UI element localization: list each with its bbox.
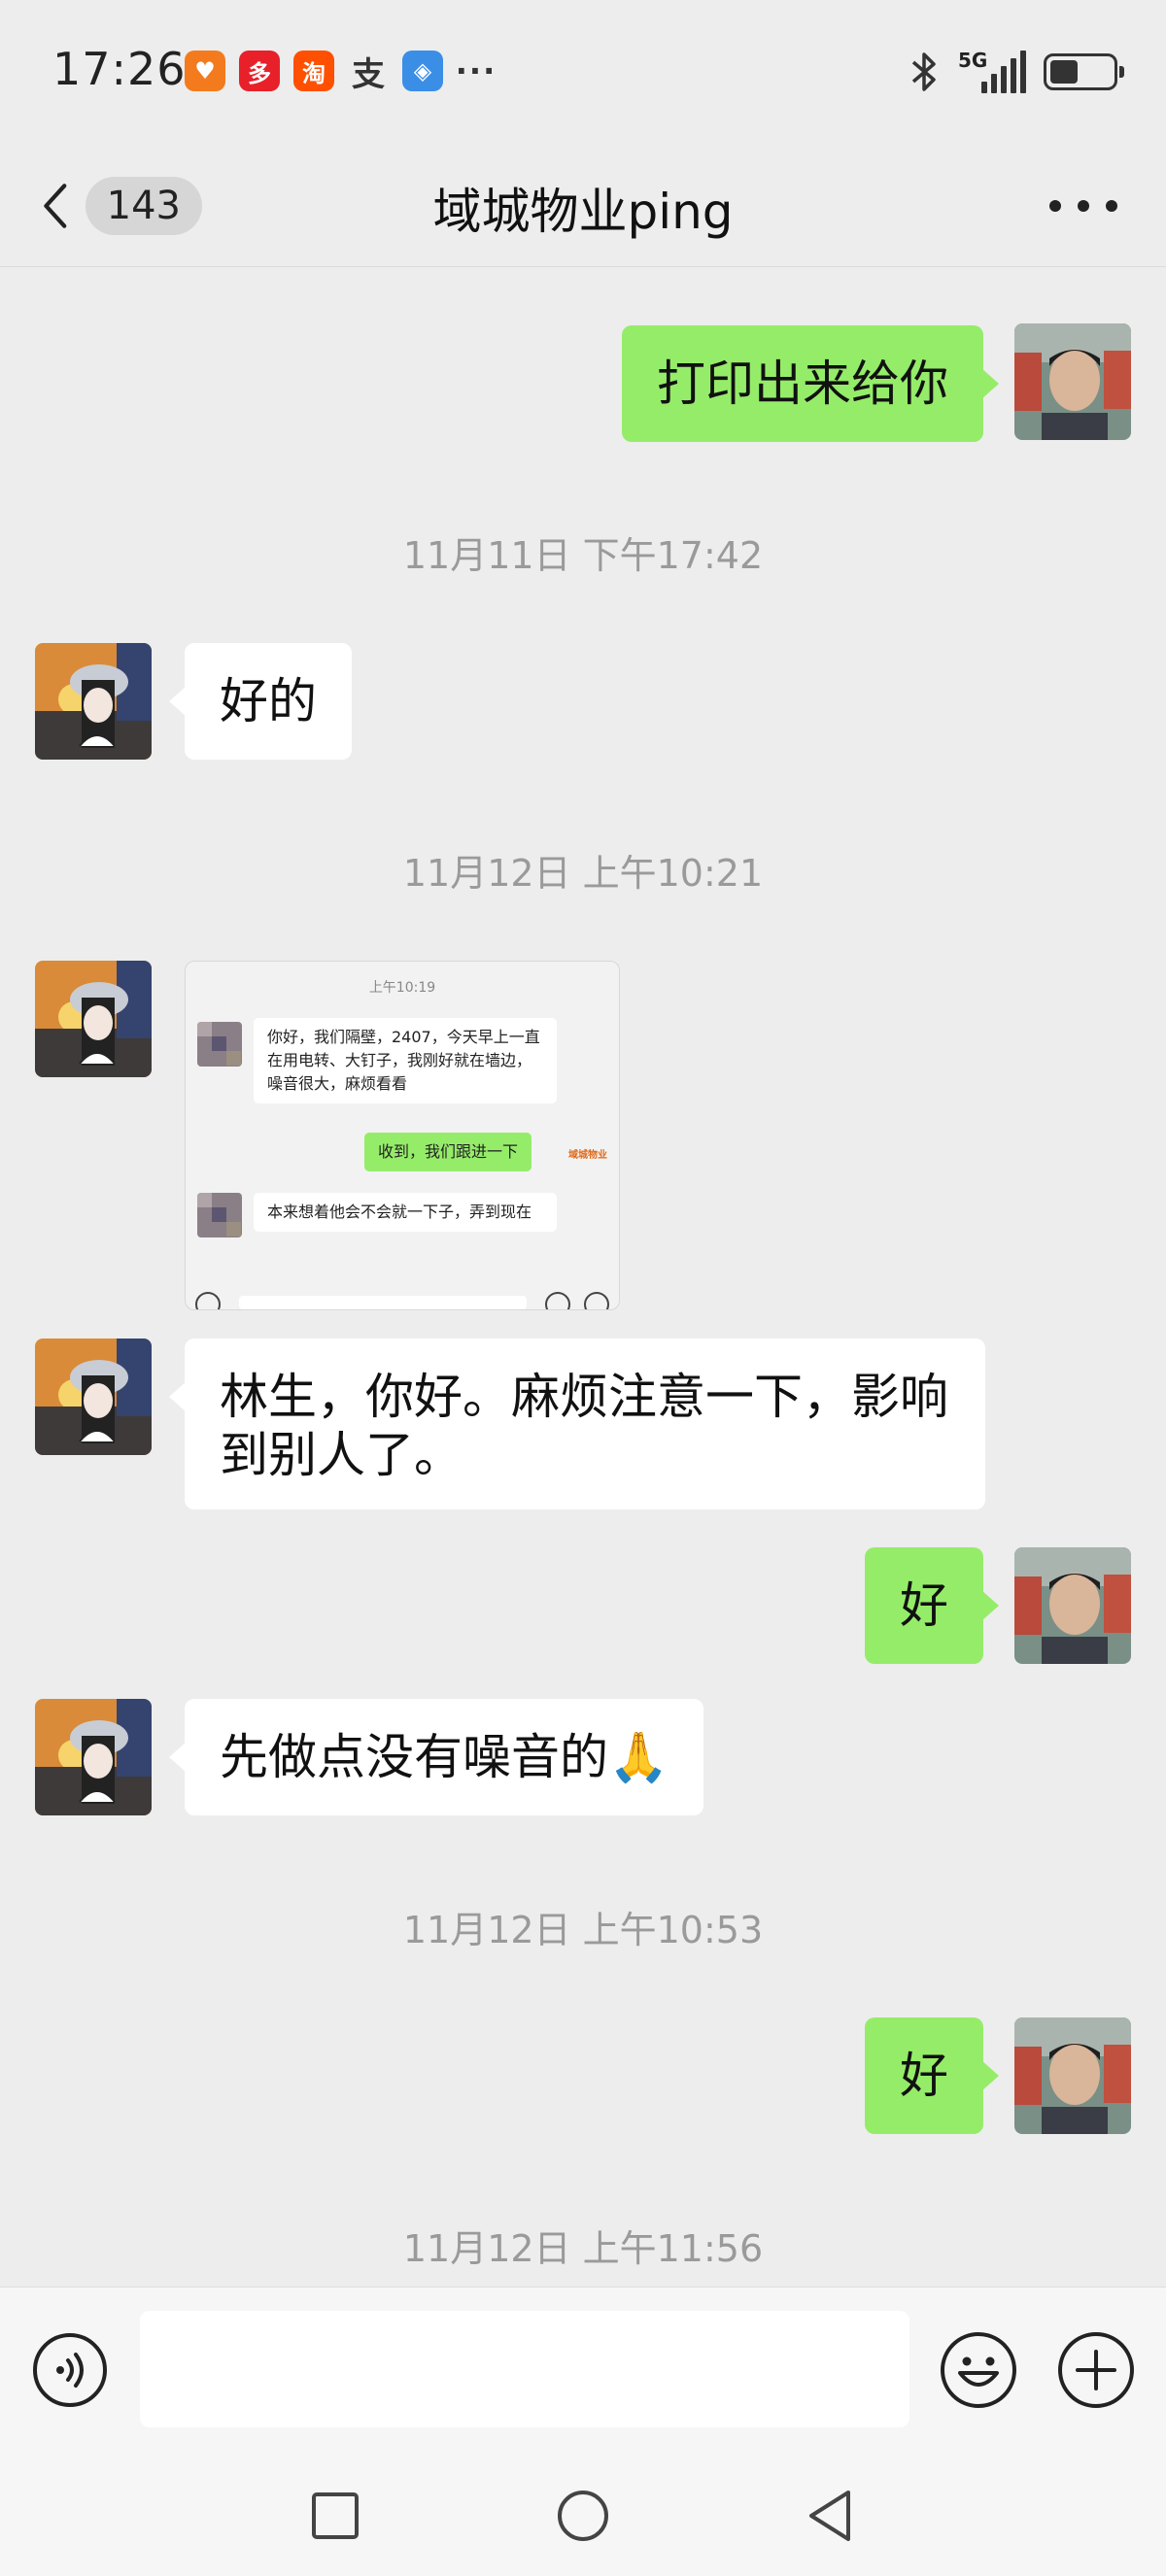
contact-photo-icon: [35, 961, 152, 1077]
contact-avatar[interactable]: [35, 961, 152, 1077]
screenshot-message: 你好，我们隔壁，2407，今天早上一直在用电转、大钉子，我刚好就在墙边，噪音很大…: [254, 1018, 557, 1103]
message-list[interactable]: 打印出来给你 11月11日 下午17:42 好的 11月12日 上午10:21: [0, 268, 1166, 2287]
message-bubble-sent[interactable]: 打印出来给你: [622, 325, 999, 442]
user-photo-icon: [1014, 323, 1131, 440]
emoji-icon[interactable]: [939, 2330, 1018, 2410]
heart-app-icon: ♥: [185, 51, 225, 91]
more-notifications-icon: ···: [455, 52, 497, 89]
bluetooth-icon: [911, 52, 936, 91]
message-timestamp: 11月12日 上午10:53: [402, 1909, 764, 1951]
message-timestamp: 11月11日 下午17:42: [402, 534, 764, 577]
user-photo-icon: [1014, 1547, 1131, 1664]
screenshot-emoji-icon: [545, 1292, 570, 1309]
message-timestamp: 11月12日 上午10:21: [402, 852, 764, 895]
system-nav-bar: [0, 2452, 1166, 2576]
my-avatar[interactable]: [1014, 1547, 1131, 1664]
screenshot-input: [239, 1296, 527, 1309]
message-bubble-received[interactable]: 先做点没有噪音的🙏: [168, 1699, 704, 1815]
message-input[interactable]: [140, 2311, 909, 2427]
dot-icon: [1106, 200, 1117, 212]
contact-photo-icon: [35, 1699, 152, 1815]
taobao-app-icon: 淘: [293, 51, 334, 91]
unread-count-badge: 143: [85, 177, 202, 235]
back-button[interactable]: 143: [37, 167, 202, 245]
contact-avatar[interactable]: [35, 1339, 152, 1455]
contact-photo-icon: [35, 643, 152, 760]
message-bubble-received[interactable]: 林生，你好。麻烦注意一下，影响到别人了。: [169, 1339, 985, 1509]
clock: 17:26: [52, 43, 187, 95]
recents-square-icon[interactable]: [306, 2487, 364, 2545]
screenshot-voice-icon: [195, 1292, 221, 1309]
chat-input-bar: [0, 2287, 1166, 2452]
image-timestamp: 上午10:19: [368, 980, 436, 996]
chat-header: 143 域城物业ping: [0, 146, 1166, 267]
status-bar: 17:26 ♥ 多 淘 支 ◈ ··· 5G: [0, 0, 1166, 146]
contact-avatar[interactable]: [35, 1699, 152, 1815]
property-logo: 域城物业: [568, 1150, 607, 1161]
screenshot-plus-icon: [584, 1292, 609, 1309]
screenshot-input-row: [186, 1284, 619, 1309]
message-bubble-received[interactable]: 好的: [169, 643, 352, 760]
blurred-avatar: [197, 1022, 242, 1067]
chevron-left-icon: [44, 184, 67, 228]
home-circle-icon[interactable]: [554, 2487, 612, 2545]
dot-icon: [1078, 200, 1089, 212]
screenshot-reply: 收到，我们跟进一下: [364, 1133, 532, 1171]
chat-title: 域城物业ping: [432, 184, 734, 240]
message-bubble-sent[interactable]: 好: [865, 1547, 999, 1664]
user-photo-icon: [1014, 2017, 1131, 2134]
contact-avatar[interactable]: [35, 643, 152, 760]
my-avatar[interactable]: [1014, 323, 1131, 440]
dot-icon: [1049, 200, 1061, 212]
system-icons: 5G: [908, 49, 1124, 95]
shield-app-icon: ◈: [402, 51, 443, 91]
alipay-app-icon: 支: [352, 54, 385, 94]
notification-icons: ♥ 多 淘 支 ◈ ···: [185, 51, 497, 94]
image-message[interactable]: 上午10:19 你好，我们隔壁，2407，今天早上一直在用电转、大钉子，我刚好就…: [185, 961, 620, 1310]
back-triangle-icon[interactable]: [802, 2487, 860, 2545]
message-bubble-sent[interactable]: 好: [865, 2017, 999, 2134]
screenshot-message: 本来想着他会不会就一下子，弄到现在: [254, 1193, 557, 1232]
battery-icon: [1044, 53, 1124, 90]
pinduoduo-app-icon: 多: [239, 51, 280, 91]
cellular-signal-icon: 5G: [958, 49, 1026, 95]
blurred-avatar: [197, 1193, 242, 1237]
my-avatar[interactable]: [1014, 2017, 1131, 2134]
voice-input-icon[interactable]: [31, 2331, 109, 2409]
plus-icon[interactable]: [1056, 2330, 1136, 2410]
more-options-button[interactable]: [1049, 185, 1117, 227]
message-timestamp: 11月12日 上午11:56: [402, 2227, 764, 2270]
contact-photo-icon: [35, 1339, 152, 1455]
